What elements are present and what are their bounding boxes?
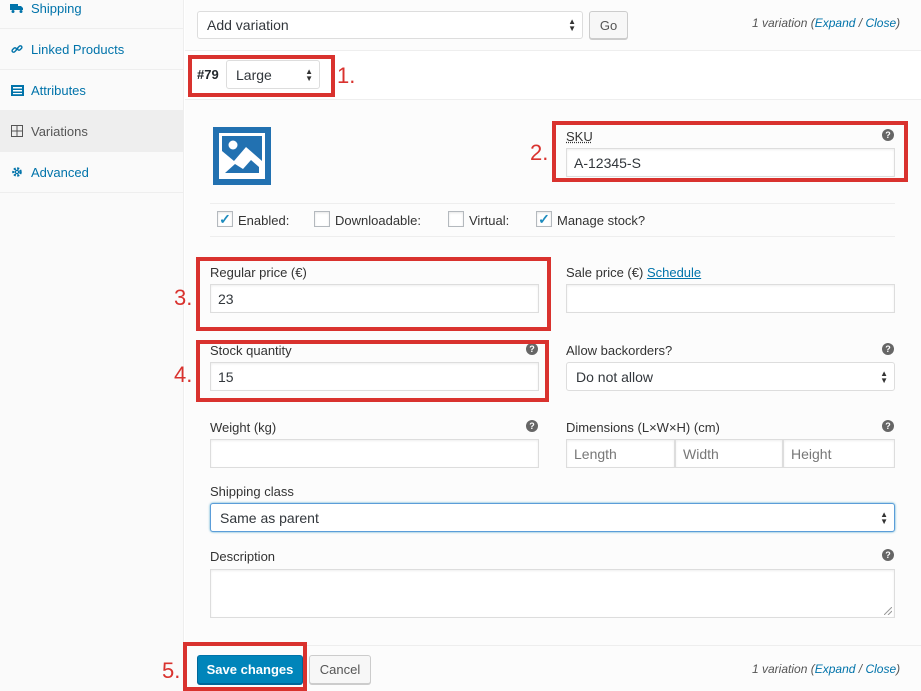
- variation-count-note: 1 variation (Expand / Close): [752, 662, 901, 676]
- divider: [210, 203, 895, 204]
- length-input[interactable]: Length: [566, 439, 675, 468]
- variations-toolbar: Add variation ▲ ▼ Go 1 variation (Expand …: [185, 0, 921, 51]
- tab-advanced[interactable]: Advanced: [0, 152, 184, 193]
- annotation-number-4: 4.: [174, 362, 193, 387]
- manage-stock-checkbox[interactable]: ✓: [536, 211, 552, 227]
- select-arrows-icon: ▲ ▼: [568, 17, 576, 33]
- tab-attributes[interactable]: Attributes: [0, 70, 184, 111]
- expand-link[interactable]: Expand: [815, 16, 856, 30]
- close-link[interactable]: Close: [865, 16, 896, 30]
- enabled-label: Enabled:: [238, 213, 290, 228]
- annotation-box-5: [183, 642, 307, 691]
- divider: /: [858, 662, 863, 676]
- tab-label: Variations: [31, 123, 88, 139]
- check-icon: ✓: [538, 211, 550, 227]
- weight-help-icon[interactable]: ?: [526, 420, 538, 432]
- backorders-label: Allow backorders?: [566, 343, 673, 358]
- check-icon: ✓: [219, 211, 231, 227]
- annotation-box-3: [196, 257, 551, 331]
- grid-icon: [10, 124, 24, 138]
- tab-label: Attributes: [31, 82, 86, 98]
- backorders-help-icon[interactable]: ?: [882, 343, 894, 355]
- select-arrows-icon: ▲ ▼: [880, 509, 888, 526]
- tab-linked-products[interactable]: Linked Products: [0, 29, 184, 70]
- variation-image-icon[interactable]: [213, 127, 271, 185]
- virtual-checkbox[interactable]: [448, 211, 464, 227]
- tab-shipping[interactable]: Shipping: [0, 0, 184, 29]
- schedule-link[interactable]: Schedule: [647, 265, 701, 280]
- weight-label: Weight (kg): [210, 420, 277, 435]
- downloadable-checkbox[interactable]: [314, 211, 330, 227]
- expand-link[interactable]: Expand: [815, 662, 856, 676]
- height-input[interactable]: Height: [783, 439, 895, 468]
- select-arrows-icon: ▲ ▼: [880, 368, 888, 385]
- annotation-number-3: 3.: [174, 285, 193, 310]
- dimensions-help-icon[interactable]: ?: [882, 420, 894, 432]
- link-icon: [10, 42, 24, 56]
- height-placeholder: Height: [791, 445, 832, 462]
- sale-price-label-group: Sale price (€) Schedule: [566, 265, 701, 280]
- downloadable-label: Downloadable:: [335, 213, 422, 228]
- annotation-number-1: 1.: [337, 63, 356, 88]
- width-input[interactable]: Width: [675, 439, 783, 468]
- go-button[interactable]: Go: [589, 11, 628, 39]
- length-placeholder: Length: [574, 445, 617, 462]
- width-placeholder: Width: [683, 445, 719, 462]
- backorders-value: Do not allow: [576, 368, 654, 385]
- weight-input[interactable]: [210, 439, 539, 468]
- list-icon: [10, 83, 24, 97]
- annotation-box-2: [552, 121, 908, 182]
- description-help-icon[interactable]: ?: [882, 549, 894, 561]
- tab-label: Shipping: [31, 0, 82, 16]
- shipping-class-select[interactable]: Same as parent ▲ ▼: [210, 503, 895, 532]
- annotation-number-5: 5.: [162, 658, 181, 683]
- close-link[interactable]: Close: [865, 662, 896, 676]
- sale-price-label: Sale price (€): [566, 265, 644, 280]
- description-textarea[interactable]: [210, 569, 895, 618]
- dimensions-label: Dimensions (L×W×H) (cm): [566, 420, 720, 435]
- shipping-class-value: Same as parent: [220, 509, 319, 526]
- virtual-label: Virtual:: [469, 213, 510, 228]
- annotation-box-1: [188, 55, 335, 97]
- variation-count: 1 variation: [752, 16, 808, 30]
- variation-action-value: Add variation: [207, 17, 289, 33]
- annotation-number-2: 2.: [530, 140, 549, 165]
- tab-label: Linked Products: [31, 41, 125, 57]
- cancel-button[interactable]: Cancel: [309, 655, 371, 684]
- divider: /: [858, 16, 863, 30]
- variation-count-note: 1 variation (Expand / Close): [752, 16, 901, 30]
- sale-price-input[interactable]: [566, 284, 895, 313]
- divider: [210, 236, 895, 237]
- variation-count: 1 variation: [752, 662, 808, 676]
- product-data-tabs: Shipping Linked Products Attributes Vari…: [0, 0, 184, 691]
- manage-stock-label: Manage stock?: [557, 213, 646, 228]
- gear-icon: [10, 165, 24, 179]
- truck-icon: [10, 1, 24, 15]
- annotation-box-4: [196, 340, 549, 402]
- description-label: Description: [210, 549, 276, 564]
- variation-action-select[interactable]: Add variation ▲ ▼: [197, 11, 583, 39]
- tab-label: Advanced: [31, 164, 89, 180]
- backorders-select[interactable]: Do not allow ▲ ▼: [566, 362, 895, 391]
- enabled-checkbox[interactable]: ✓: [217, 211, 233, 227]
- resize-handle-icon[interactable]: [884, 607, 892, 615]
- shipping-class-label: Shipping class: [210, 484, 294, 499]
- tab-variations[interactable]: Variations: [0, 111, 184, 152]
